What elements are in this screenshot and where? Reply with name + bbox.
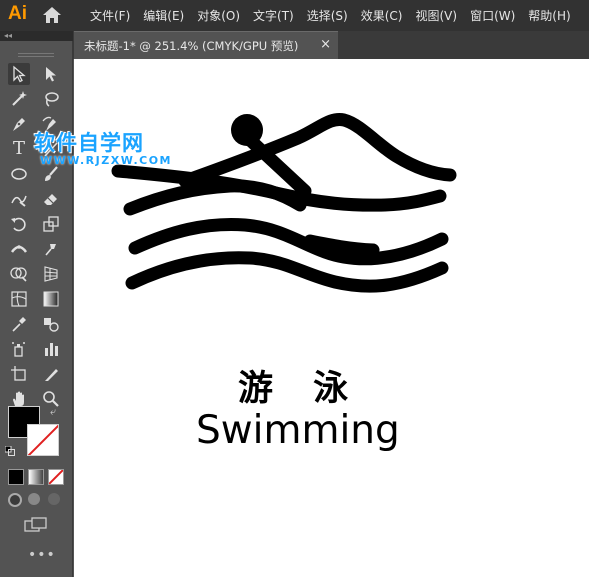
- swimming-logo-artwork[interactable]: [0, 0, 589, 577]
- wave-line-3: [128, 217, 449, 266]
- wave-line-4: [303, 234, 380, 257]
- watermark-title: 软件自学网: [34, 131, 144, 155]
- watermark-url: WWW.RJZXW.COM: [40, 154, 172, 167]
- artwork-chinese-title[interactable]: 游 泳: [238, 360, 362, 411]
- mountain-peak-line: [178, 113, 457, 188]
- artwork-english-title[interactable]: Swimming: [196, 408, 400, 453]
- wave-line-2: [123, 179, 307, 216]
